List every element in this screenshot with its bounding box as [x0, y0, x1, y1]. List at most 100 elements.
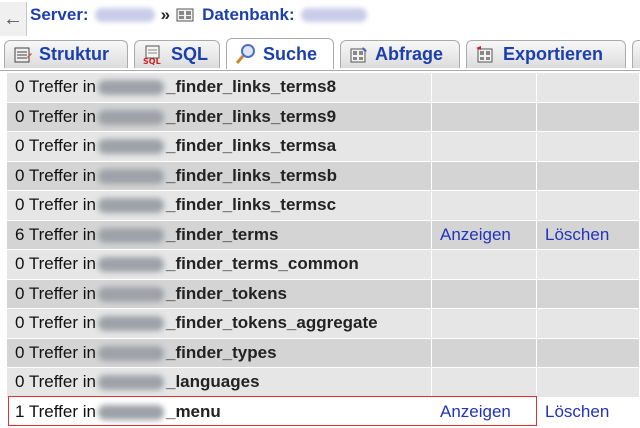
- result-cell: 0 Treffer in _languages: [7, 368, 432, 398]
- table-row: 0 Treffer in _finder_tokens: [7, 279, 640, 309]
- result-cell: 0 Treffer in _finder_links_terms9: [7, 102, 432, 132]
- hit-prefix: Treffer in: [28, 372, 96, 392]
- delete-cell: [537, 338, 640, 368]
- delete-cell: [537, 191, 640, 221]
- breadcrumb-server-label[interactable]: Server:: [30, 5, 89, 25]
- table-name: _menu: [165, 401, 221, 421]
- hit-prefix: Treffer in: [28, 136, 96, 156]
- svg-text:SQL: SQL: [143, 57, 161, 65]
- table-name: _finder_terms: [165, 224, 279, 244]
- show-link[interactable]: Anzeigen: [440, 402, 511, 421]
- table-prefix-redacted: [97, 345, 164, 361]
- table-prefix-redacted: [97, 286, 164, 302]
- breadcrumb-separator: »: [160, 5, 171, 24]
- table-row: 6 Treffer in _finder_terms Anzeigen Löschen: [7, 220, 640, 250]
- delete-cell: Löschen: [537, 220, 640, 250]
- delete-cell: [537, 73, 640, 103]
- search-results-table: 0 Treffer in _finder_links_terms8 0 Treffe…: [7, 73, 640, 427]
- show-cell: Anzeigen: [432, 220, 537, 250]
- hit-prefix: Treffer in: [28, 313, 96, 333]
- result-cell: 0 Treffer in _finder_tokens: [7, 279, 432, 309]
- show-cell: [432, 102, 537, 132]
- hit-prefix: Treffer in: [28, 77, 96, 97]
- delete-cell: [537, 102, 640, 132]
- table-name: _finder_terms_common: [165, 254, 359, 274]
- tab-label: Suche: [263, 43, 318, 64]
- back-button[interactable]: ←: [0, 2, 27, 36]
- delete-link[interactable]: Löschen: [545, 402, 609, 421]
- table-row: 0 Treffer in _finder_links_terms8: [7, 73, 640, 103]
- hit-count: 0: [15, 136, 25, 156]
- breadcrumb-bar: ← Server: » Datenbank:: [0, 0, 640, 36]
- hit-count: 6: [15, 224, 25, 244]
- tab-label: SQL: [171, 44, 209, 64]
- hit-count: 0: [15, 77, 25, 97]
- table-prefix-redacted: [97, 109, 164, 125]
- show-cell: [432, 338, 537, 368]
- delete-link[interactable]: Löschen: [545, 225, 609, 244]
- hit-count: 0: [15, 313, 25, 333]
- table-prefix-redacted: [97, 227, 164, 243]
- delete-cell: [537, 132, 640, 162]
- hit-prefix: Treffer in: [28, 283, 96, 303]
- table-name: _finder_links_terms9: [165, 106, 337, 126]
- hit-count: 0: [15, 342, 25, 362]
- table-name: _finder_tokens: [165, 283, 287, 303]
- breadcrumb: Server: » Datenbank:: [30, 2, 367, 28]
- tab-struktur[interactable]: Struktur: [4, 40, 128, 68]
- database-name-redacted: [300, 8, 367, 22]
- table-row: 0 Treffer in _languages: [7, 368, 640, 398]
- table-prefix-redacted: [97, 80, 164, 96]
- delete-cell: [537, 161, 640, 191]
- tab-exportieren[interactable]: Exportieren: [466, 40, 626, 68]
- query-icon: [350, 46, 367, 62]
- sql-icon: SQL: [143, 45, 161, 65]
- table-prefix-redacted: [97, 404, 164, 420]
- show-cell: [432, 250, 537, 280]
- export-icon: [476, 45, 493, 62]
- hit-count: 0: [15, 106, 25, 126]
- result-cell: 1 Treffer in _menu: [7, 397, 432, 427]
- table-row: 0 Treffer in _finder_links_terms9: [7, 102, 640, 132]
- tab-overflow[interactable]: [632, 40, 640, 68]
- hit-count: 0: [15, 165, 25, 185]
- breadcrumb-database-label[interactable]: Datenbank:: [202, 5, 295, 25]
- table-row: 0 Treffer in _finder_types: [7, 338, 640, 368]
- table-name: _finder_types: [165, 342, 277, 362]
- show-cell: [432, 309, 537, 339]
- delete-cell: [537, 368, 640, 398]
- result-cell: 0 Treffer in _finder_links_termsb: [7, 161, 432, 191]
- table-row: 0 Treffer in _finder_links_termsb: [7, 161, 640, 191]
- show-cell: [432, 368, 537, 398]
- result-cell: 0 Treffer in _finder_links_termsa: [7, 132, 432, 162]
- hit-count: 0: [15, 372, 25, 392]
- delete-cell: [537, 279, 640, 309]
- table-prefix-redacted: [97, 316, 164, 332]
- table-row: 1 Treffer in _menu Anzeigen Löschen: [7, 397, 640, 427]
- hit-count: 1: [15, 401, 25, 421]
- delete-cell: [537, 309, 640, 339]
- hit-prefix: Treffer in: [28, 254, 96, 274]
- tab-suche[interactable]: Suche: [226, 38, 334, 69]
- result-cell: 0 Treffer in _finder_types: [7, 338, 432, 368]
- table-prefix-redacted: [97, 198, 164, 214]
- show-cell: [432, 191, 537, 221]
- tab-sql[interactable]: SQL SQL: [134, 40, 220, 68]
- table-name: _languages: [165, 372, 260, 392]
- tab-bar: Struktur SQL SQL Suche Abfrage Exportier…: [0, 38, 640, 71]
- show-link[interactable]: Anzeigen: [440, 225, 511, 244]
- table-prefix-redacted: [97, 139, 164, 155]
- result-cell: 0 Treffer in _finder_terms_common: [7, 250, 432, 280]
- result-cell: 0 Treffer in _finder_links_termsc: [7, 191, 432, 221]
- back-arrow-icon: ←: [3, 8, 23, 30]
- delete-cell: [537, 250, 640, 280]
- show-cell: [432, 279, 537, 309]
- tab-abfrage[interactable]: Abfrage: [340, 40, 460, 68]
- show-cell: [432, 73, 537, 103]
- table-row: 0 Treffer in _finder_links_termsc: [7, 191, 640, 221]
- tab-label: Abfrage: [375, 44, 444, 64]
- hit-count: 0: [15, 254, 25, 274]
- structure-icon: [14, 47, 32, 62]
- table-name: _finder_tokens_aggregate: [165, 313, 378, 333]
- hit-prefix: Treffer in: [28, 401, 96, 421]
